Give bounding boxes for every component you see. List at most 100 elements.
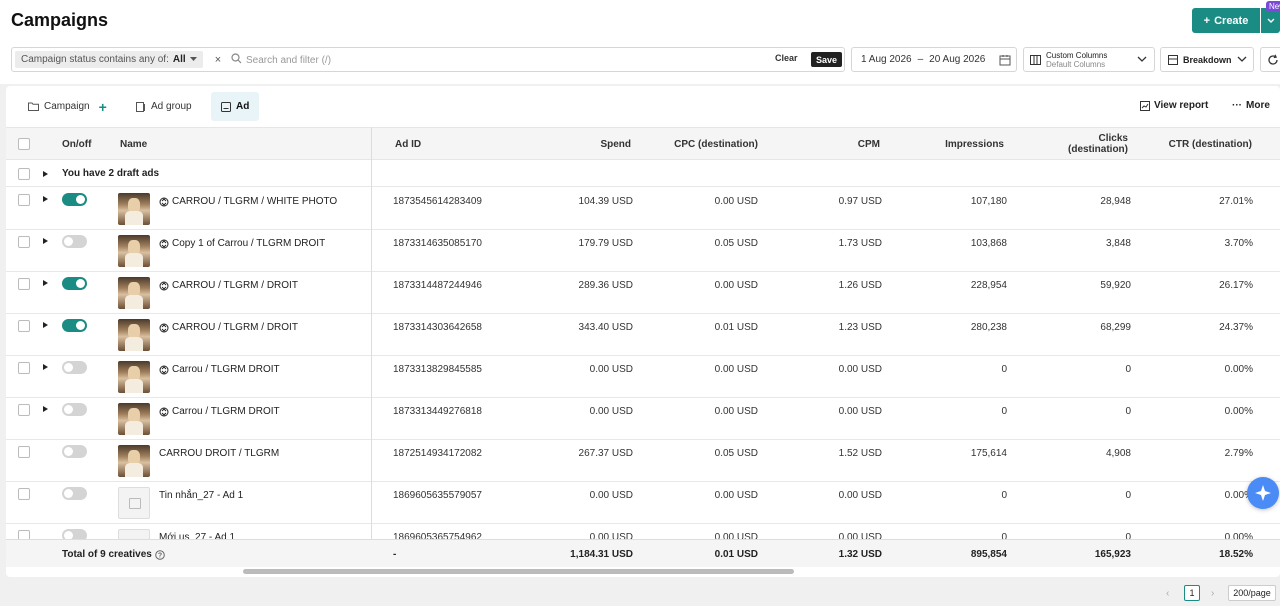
table-row[interactable]: Carrou / TLGRM DROIT 1873313449276818 0.00… [6, 398, 1280, 440]
view-report-button[interactable]: View report [1140, 100, 1208, 111]
totals-spend: 1,184.31 USD [570, 549, 633, 560]
impressions: 280,238 [970, 322, 1007, 333]
custom-columns-picker[interactable]: Custom Columns Default Columns [1023, 47, 1155, 72]
table-row[interactable]: Tin nhắn_27 - Ad 1 1869605635579057 0.00 U… [6, 482, 1280, 524]
ad-name: CARROU / TLGRM / DROIT [172, 280, 298, 291]
refresh-icon [1268, 54, 1278, 65]
ad-name: CARROU / TLGRM / WHITE PHOTO [172, 196, 338, 207]
spend: 0.00 USD [589, 364, 633, 375]
expand-caret-icon[interactable] [43, 406, 48, 412]
col-ad-id[interactable]: Ad ID [395, 139, 421, 150]
tab-ad[interactable]: Ad [211, 92, 260, 121]
expand-caret-icon[interactable] [43, 364, 48, 370]
col-ctr[interactable]: CTR (destination) [1169, 139, 1252, 150]
row-checkbox[interactable] [18, 168, 30, 180]
ad-name-cell[interactable]: Tin nhắn_27 - Ad 1 [159, 490, 243, 501]
on-off-toggle[interactable] [62, 403, 87, 416]
tab-campaign[interactable]: Campaign + [18, 92, 117, 121]
spend: 104.39 USD [578, 196, 633, 207]
ad-name-cell[interactable]: CARROU DROIT / TLGRM [159, 448, 279, 459]
on-off-toggle[interactable] [62, 193, 87, 206]
col-clicks[interactable]: Clicks (destination) [1068, 133, 1128, 155]
status-filter-chip[interactable]: Campaign status contains any of: All [15, 51, 203, 68]
creative-thumbnail [118, 193, 150, 225]
row-checkbox[interactable] [18, 278, 30, 290]
row-checkbox[interactable] [18, 446, 30, 458]
add-campaign-icon[interactable]: + [99, 99, 107, 115]
clear-button[interactable]: Clear [775, 53, 798, 63]
more-button[interactable]: ··· More [1232, 100, 1270, 111]
on-off-toggle[interactable] [62, 235, 87, 248]
on-off-toggle[interactable] [62, 277, 87, 290]
pagination: ‹ 1 › 200/page [0, 580, 1280, 606]
frozen-column-divider [371, 127, 372, 539]
col-name[interactable]: Name [120, 139, 147, 150]
impressions: 0 [1001, 364, 1007, 375]
tab-label: Ad [236, 101, 250, 112]
tab-label: Campaign [44, 101, 90, 112]
table-row[interactable]: Carrou / TLGRM DROIT 1873313829845585 0.00… [6, 356, 1280, 398]
on-off-toggle[interactable] [62, 319, 87, 332]
table-row[interactable]: CARROU / TLGRM / DROIT 1873314303642658 34… [6, 314, 1280, 356]
ad-name-cell[interactable]: Carrou / TLGRM DROIT [159, 364, 280, 375]
ad-name-cell[interactable]: CARROU / TLGRM / DROIT [159, 280, 298, 291]
ad-name-cell[interactable]: Copy 1 of Carrou / TLGRM DROIT [159, 238, 325, 249]
expand-caret-icon[interactable] [43, 280, 48, 286]
sync-icon [159, 239, 169, 248]
search-input[interactable] [246, 52, 646, 68]
save-button[interactable]: Save [811, 52, 842, 67]
table-header: On/off Name Ad ID Spend CPC (destination… [6, 127, 1280, 160]
ad-name-cell[interactable]: CARROU / TLGRM / DROIT [159, 322, 298, 333]
row-checkbox[interactable] [18, 236, 30, 248]
on-off-toggle[interactable] [62, 361, 87, 374]
view-report-label: View report [1154, 100, 1209, 111]
tab-ad-group[interactable]: Ad group [126, 92, 202, 121]
next-page-icon[interactable]: › [1211, 588, 1214, 599]
select-all-checkbox[interactable] [18, 138, 30, 150]
on-off-toggle[interactable] [62, 445, 87, 458]
current-page[interactable]: 1 [1184, 585, 1200, 601]
table-row[interactable]: CARROU / TLGRM / DROIT 1873314487244946 28… [6, 272, 1280, 314]
new-badge: New [1266, 1, 1280, 12]
col-onoff[interactable]: On/off [62, 139, 91, 150]
draft-ads-row[interactable]: You have 2 draft ads [6, 161, 1280, 187]
info-icon[interactable]: ? [155, 549, 165, 560]
columns-icon [1030, 55, 1041, 65]
prev-page-icon[interactable]: ‹ [1166, 588, 1169, 599]
col-spend[interactable]: Spend [600, 139, 631, 150]
col-cpc[interactable]: CPC (destination) [674, 139, 758, 150]
ad-name-cell[interactable]: Carrou / TLGRM DROIT [159, 406, 280, 417]
filter-bar: Campaign status contains any of: All × C… [11, 47, 845, 72]
table-row[interactable]: Copy 1 of Carrou / TLGRM DROIT 1873314635… [6, 230, 1280, 272]
row-checkbox[interactable] [18, 194, 30, 206]
expand-caret-icon[interactable] [43, 322, 48, 328]
create-button[interactable]: + Create [1192, 8, 1260, 33]
ad-id: 1873314487244946 [393, 280, 482, 291]
on-off-toggle[interactable] [62, 487, 87, 500]
expand-caret-icon[interactable] [43, 238, 48, 244]
row-checkbox[interactable] [18, 404, 30, 416]
impressions: 228,954 [970, 280, 1007, 291]
col-impressions[interactable]: Impressions [945, 139, 1004, 150]
sync-icon [159, 407, 169, 416]
refresh-button[interactable] [1260, 47, 1280, 72]
breakdown-picker[interactable]: Breakdown [1160, 47, 1254, 72]
col-cpm[interactable]: CPM [858, 139, 880, 150]
table-row[interactable]: CARROU DROIT / TLGRM 1872514934172082 267.… [6, 440, 1280, 482]
page-size-select[interactable]: 200/page [1228, 585, 1276, 601]
ad-name-cell[interactable]: CARROU / TLGRM / WHITE PHOTO [159, 196, 337, 207]
ai-assistant-button[interactable] [1247, 477, 1279, 509]
date-range-picker[interactable]: 1 Aug 2026 – 20 Aug 2026 [851, 47, 1017, 72]
expand-caret-icon[interactable] [43, 171, 48, 177]
breakdown-label: Breakdown [1183, 55, 1232, 65]
ad-id: 1869605635579057 [393, 490, 482, 501]
expand-caret-icon[interactable] [43, 196, 48, 202]
table-row[interactable]: CARROU / TLGRM / WHITE PHOTO 187354561428… [6, 188, 1280, 230]
row-checkbox[interactable] [18, 320, 30, 332]
remove-filter-icon[interactable]: × [211, 51, 225, 68]
cpm: 0.97 USD [838, 196, 882, 207]
horizontal-scrollbar[interactable] [243, 569, 794, 574]
row-checkbox[interactable] [18, 488, 30, 500]
ellipsis-icon: ··· [1232, 100, 1242, 111]
row-checkbox[interactable] [18, 362, 30, 374]
